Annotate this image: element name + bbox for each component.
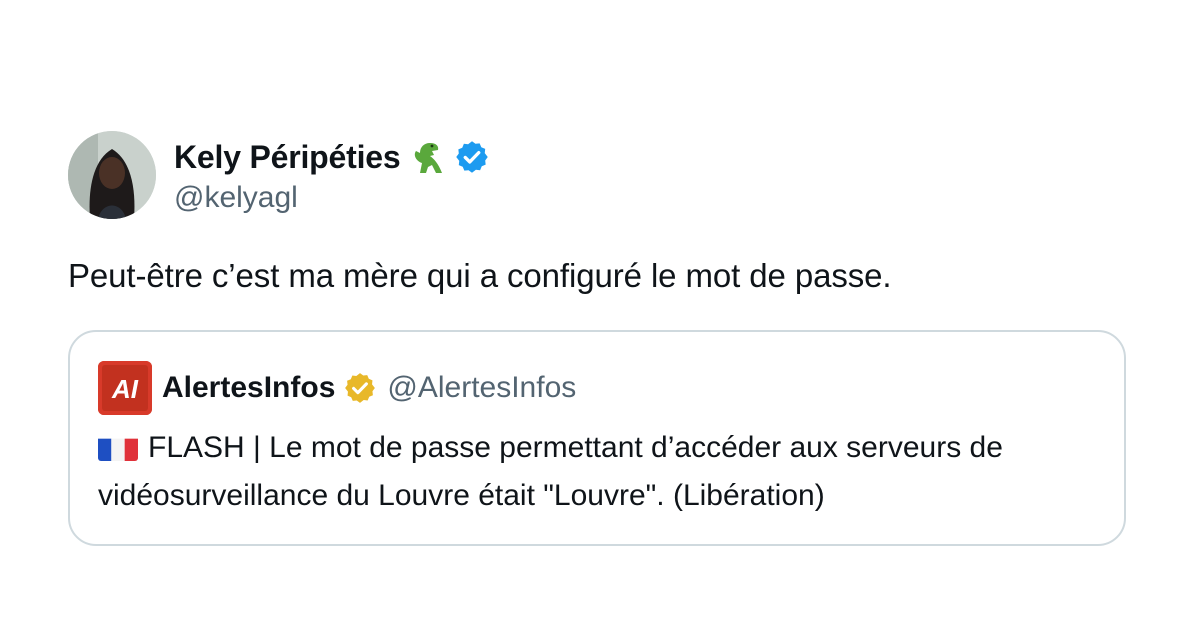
tweet-header: Kely Péripéties @kelyagl: [68, 130, 1130, 220]
avatar[interactable]: [68, 131, 156, 219]
quoted-header: AI AlertesInfos @AlertesInfos: [98, 360, 576, 416]
alertesinfos-logo-icon[interactable]: AI: [98, 361, 152, 415]
author-names: Kely Péripéties @kelyagl: [174, 135, 490, 215]
author-display-name[interactable]: Kely Péripéties: [174, 139, 401, 176]
verified-gold-badge-icon: [343, 371, 377, 405]
logo-text: AI: [111, 374, 139, 404]
quoted-text: FLASH | Le mot de passe permettant d’acc…: [98, 431, 1003, 512]
quoted-handle[interactable]: @AlertesInfos: [387, 371, 576, 405]
tweet-text: Peut-être c’est ma mère qui a configuré …: [68, 257, 892, 294]
author-handle[interactable]: @kelyagl: [174, 181, 490, 215]
quoted-display-name[interactable]: AlertesInfos: [162, 371, 335, 405]
quoted-tweet[interactable]: AI AlertesInfos @AlertesInfos FLASH | Le…: [68, 330, 1126, 546]
tweet: Kely Péripéties @kelyagl Peut-être c’est…: [68, 130, 1130, 298]
name-row: Kely Péripéties: [174, 135, 490, 179]
quoted-text-block: FLASH | Le mot de passe permettant d’acc…: [98, 424, 1098, 520]
verified-blue-badge-icon: [454, 139, 490, 175]
france-flag-icon: [98, 433, 138, 461]
t-rex-emoji-icon: [408, 137, 448, 177]
